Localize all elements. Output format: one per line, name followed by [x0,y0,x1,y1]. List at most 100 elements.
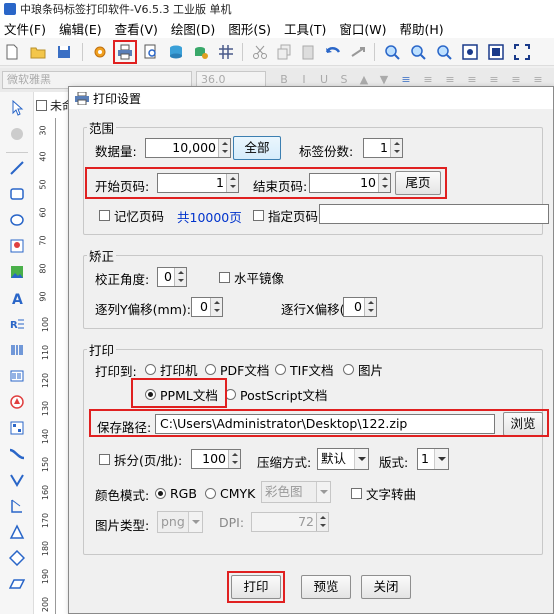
split-spinner[interactable]: 100 [191,449,241,469]
angle-spinner[interactable]: 0 [157,267,187,287]
copies-label: 标签份数: [299,144,354,159]
specify-page-input[interactable] [319,204,549,224]
dpi-spinner[interactable]: 72 [251,512,329,532]
horizontal-mirror-checkbox[interactable]: 水平镜像 [219,269,284,286]
target-ppml-radio[interactable]: PPML文档 [145,386,218,403]
target-postscript-radio[interactable]: PostScript文档 [225,386,327,403]
copies-spinner[interactable]: 1 [363,138,403,158]
grid-icon[interactable] [218,44,234,60]
open-folder-icon[interactable] [30,44,46,60]
cut-icon[interactable] [252,44,268,60]
end-page-spinner[interactable]: 10 [309,173,391,193]
color-image-select[interactable]: 彩色图 [261,481,331,503]
parallelogram-tool-icon[interactable] [9,576,25,592]
text-tool-icon[interactable]: A [9,290,25,306]
print-button[interactable]: 打印 [231,575,281,599]
chevron-down-icon[interactable] [188,512,202,532]
triangle-tool-icon[interactable] [9,524,25,540]
target-image-radio[interactable]: 图片 [343,361,383,378]
spinner-arrows-icon[interactable] [218,139,230,157]
menu-edit[interactable]: 编辑(E) [59,19,102,38]
diamond-tool-icon[interactable] [9,550,25,566]
svg-text:A: A [12,292,23,306]
remember-page-checkbox[interactable]: 记忆页码 [99,207,164,224]
fullscreen-icon[interactable] [514,44,530,60]
paragraph-tool-icon[interactable]: R [9,316,25,332]
target-tif-radio[interactable]: TIF文档 [275,361,334,378]
app-logo-icon [4,3,16,15]
chevron-down-icon[interactable] [434,449,448,469]
split-checkbox[interactable]: 拆分(页/批): [99,451,182,468]
spinner-arrows-icon[interactable] [174,268,186,286]
preview-button[interactable]: 预览 [301,575,351,599]
menu-help[interactable]: 帮助(H) [400,19,444,38]
undo-icon[interactable] [325,44,341,60]
layout-select[interactable]: 1 [417,448,449,470]
ruler-number: 30 [38,125,48,136]
database-icon[interactable] [168,44,184,60]
image-type-select[interactable]: png [157,511,203,533]
spinner-arrows-icon[interactable] [228,450,240,468]
ellipse-tool-icon[interactable] [9,212,25,228]
barcode-tool-icon[interactable] [9,342,25,358]
line-tool-icon[interactable] [9,160,25,176]
print-preview-icon[interactable] [143,44,159,60]
database-link-icon[interactable] [193,44,209,60]
new-file-icon[interactable] [4,44,20,60]
fit-page-icon[interactable] [462,44,478,60]
last-page-button[interactable]: 尾页 [395,171,441,195]
close-button[interactable]: 关闭 [361,575,411,599]
spinner-arrows-icon[interactable] [226,174,238,192]
target-pdf-radio[interactable]: PDF文档 [205,361,269,378]
target-printer-radio[interactable]: 打印机 [145,361,198,378]
text-to-curve-checkbox[interactable]: 文字转曲 [351,485,416,502]
zoom-fit-icon[interactable] [436,44,452,60]
spinner-arrows-icon[interactable] [316,513,328,531]
select-arrow-icon[interactable] [9,100,25,116]
range-legend: 范围 [87,118,117,137]
barcode-alt-tool-icon[interactable] [9,368,25,384]
polyline-tool-icon[interactable] [9,472,25,488]
bezier-tool-icon[interactable] [9,498,25,514]
spinner-arrows-icon[interactable] [364,298,376,316]
spinner-arrows-icon[interactable] [210,298,222,316]
color-rgb-radio[interactable]: RGB [155,485,197,501]
target-ppml-label: PPML文档 [160,387,218,403]
ruler-number: 80 [38,263,48,274]
row-offset-spinner[interactable]: 0 [343,297,377,317]
picture-tool-icon[interactable] [9,264,25,280]
specify-page-checkbox[interactable]: 指定页码 [253,207,318,224]
menu-window[interactable]: 窗口(W) [339,19,386,38]
settings-gear-icon[interactable] [92,44,108,60]
spinner-arrows-icon[interactable] [390,139,402,157]
redo-icon[interactable] [350,44,366,60]
browse-button[interactable]: 浏览 [503,412,543,436]
menu-tools[interactable]: 工具(T) [284,19,326,38]
start-page-spinner[interactable]: 1 [157,173,239,193]
chevron-down-icon[interactable] [354,449,368,469]
fit-width-icon[interactable] [488,44,504,60]
stamp-tool-icon[interactable] [9,394,25,410]
column-offset-spinner[interactable]: 0 [191,297,223,317]
menu-view[interactable]: 查看(V) [115,19,158,38]
pan-tool-icon[interactable] [9,126,25,142]
save-path-input[interactable]: C:\Users\Administrator\Desktop\122.zip [155,414,495,434]
zoom-out-icon[interactable] [410,44,426,60]
copy-icon[interactable] [276,44,292,60]
menu-file[interactable]: 文件(F) [4,19,46,38]
all-button[interactable]: 全部 [233,136,281,160]
color-cmyk-radio[interactable]: CMYK [205,485,255,501]
compress-select[interactable]: 默认 [317,448,369,470]
curve-tool-icon[interactable] [9,446,25,462]
image-tool-icon[interactable] [9,238,25,254]
paste-icon[interactable] [300,44,316,60]
chevron-down-icon[interactable] [316,482,330,502]
menu-draw[interactable]: 绘图(D) [171,19,215,38]
rectangle-tool-icon[interactable] [9,186,25,202]
save-icon[interactable] [56,44,72,60]
menu-shape[interactable]: 图形(S) [228,19,271,38]
spinner-arrows-icon[interactable] [378,174,390,192]
qrcode-tool-icon[interactable] [9,420,25,436]
zoom-in-icon[interactable] [384,44,400,60]
data-count-spinner[interactable]: 10,000 [145,138,231,158]
